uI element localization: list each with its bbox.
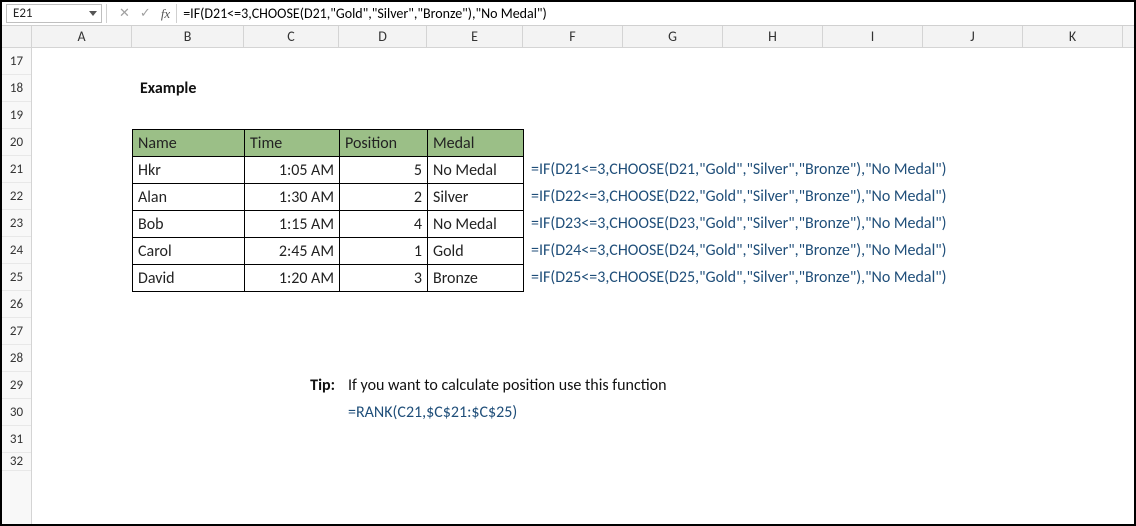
col-header-j[interactable]: J [923,26,1023,47]
app-frame: E21 ✕ ✓ fx =IF(D21<=3,CHOOSE(D21,"Gold",… [0,0,1136,526]
row-header[interactable]: 18 [2,75,31,102]
cell-medal[interactable]: No Medal [428,157,524,184]
cell-name[interactable]: David [133,265,245,292]
row-header[interactable]: 27 [2,318,31,345]
row-header[interactable]: 23 [2,210,31,237]
row-header[interactable]: 20 [2,129,31,156]
example-heading: Example [136,75,200,102]
cell-medal[interactable]: Bronze [428,265,524,292]
th-time[interactable]: Time [245,130,340,157]
col-header-a[interactable]: A [32,26,132,47]
row-header[interactable]: 28 [2,345,31,372]
cell-position[interactable]: 2 [340,184,428,211]
formula-display[interactable]: =IF(D25<=3,CHOOSE(D25,"Gold","Silver","B… [527,264,951,291]
col-header-f[interactable]: F [523,26,623,47]
col-header-i[interactable]: I [823,26,923,47]
cell-time[interactable]: 1:30 AM [245,184,340,211]
sheet: A B C D E F G H I J K 17 18 19 20 21 22 … [2,26,1134,524]
row-header[interactable]: 29 [2,372,31,399]
column-headers: A B C D E F G H I J K [2,26,1134,48]
separator [106,4,109,23]
tip-label: Tip: [244,372,339,399]
table-header-row: Name Time Position Medal [133,130,524,157]
grid-body: 17 18 19 20 21 22 23 24 25 26 27 28 29 3… [2,48,1134,524]
select-all-corner[interactable] [2,26,32,47]
tip-formula[interactable]: =RANK(C21,$C$21:$C$25) [344,399,521,426]
formula-bar-buttons: ✕ ✓ fx [113,2,176,25]
col-header-h[interactable]: H [723,26,823,47]
cell-time[interactable]: 2:45 AM [245,238,340,265]
row-header[interactable]: 19 [2,102,31,129]
cell-time[interactable]: 1:20 AM [245,265,340,292]
col-header-e[interactable]: E [427,26,523,47]
col-header-d[interactable]: D [339,26,427,47]
row-header[interactable]: 30 [2,399,31,426]
cell-name[interactable]: Carol [133,238,245,265]
data-table: Name Time Position Medal Hkr 1:05 AM 5 N… [132,129,524,292]
name-box[interactable]: E21 [6,4,102,23]
col-header-b[interactable]: B [132,26,244,47]
col-header-k[interactable]: K [1023,26,1123,47]
cell-position[interactable]: 3 [340,265,428,292]
formula-display[interactable]: =IF(D21<=3,CHOOSE(D21,"Gold","Silver","B… [527,156,951,183]
cell-medal[interactable]: No Medal [428,211,524,238]
table-row: David 1:20 AM 3 Bronze [133,265,524,292]
formula-text: =IF(D21<=3,CHOOSE(D21,"Gold","Silver","B… [183,5,547,22]
tip-text: If you want to calculate position use th… [344,372,670,399]
name-box-value: E21 [13,6,33,21]
row-header[interactable]: 25 [2,264,31,291]
cell-name[interactable]: Bob [133,211,245,238]
col-header-g[interactable]: G [623,26,723,47]
enter-icon[interactable]: ✓ [140,6,151,21]
table-row: Alan 1:30 AM 2 Silver [133,184,524,211]
chevron-down-icon[interactable] [89,11,97,16]
cancel-icon[interactable]: ✕ [119,6,130,21]
row-header[interactable]: 22 [2,183,31,210]
formula-input[interactable]: =IF(D21<=3,CHOOSE(D21,"Gold","Silver","B… [176,4,1134,23]
cell-position[interactable]: 4 [340,211,428,238]
row-header[interactable]: 17 [2,48,31,75]
formula-bar: E21 ✕ ✓ fx =IF(D21<=3,CHOOSE(D21,"Gold",… [2,2,1134,26]
row-header[interactable]: 21 [2,156,31,183]
cell-time[interactable]: 1:05 AM [245,157,340,184]
fx-icon[interactable]: fx [161,6,170,22]
cell-medal[interactable]: Gold [428,238,524,265]
table-row: Carol 2:45 AM 1 Gold [133,238,524,265]
th-position[interactable]: Position [340,130,428,157]
table-row: Hkr 1:05 AM 5 No Medal [133,157,524,184]
col-header-c[interactable]: C [244,26,339,47]
table-row: Bob 1:15 AM 4 No Medal [133,211,524,238]
formula-display[interactable]: =IF(D23<=3,CHOOSE(D23,"Gold","Silver","B… [527,210,951,237]
row-header[interactable]: 26 [2,291,31,318]
row-header[interactable]: 24 [2,237,31,264]
cell-position[interactable]: 1 [340,238,428,265]
cells-canvas[interactable]: Example Name Time Position Medal Hkr 1:0… [32,48,1134,524]
th-medal[interactable]: Medal [428,130,524,157]
cell-name[interactable]: Hkr [133,157,245,184]
row-header[interactable]: 31 [2,426,31,453]
formula-display[interactable]: =IF(D22<=3,CHOOSE(D22,"Gold","Silver","B… [527,183,951,210]
cell-time[interactable]: 1:15 AM [245,211,340,238]
row-headers: 17 18 19 20 21 22 23 24 25 26 27 28 29 3… [2,48,32,524]
row-header[interactable]: 32 [2,453,31,471]
th-name[interactable]: Name [133,130,245,157]
cell-name[interactable]: Alan [133,184,245,211]
formula-display[interactable]: =IF(D24<=3,CHOOSE(D24,"Gold","Silver","B… [527,237,951,264]
cell-medal[interactable]: Silver [428,184,524,211]
cell-position[interactable]: 5 [340,157,428,184]
